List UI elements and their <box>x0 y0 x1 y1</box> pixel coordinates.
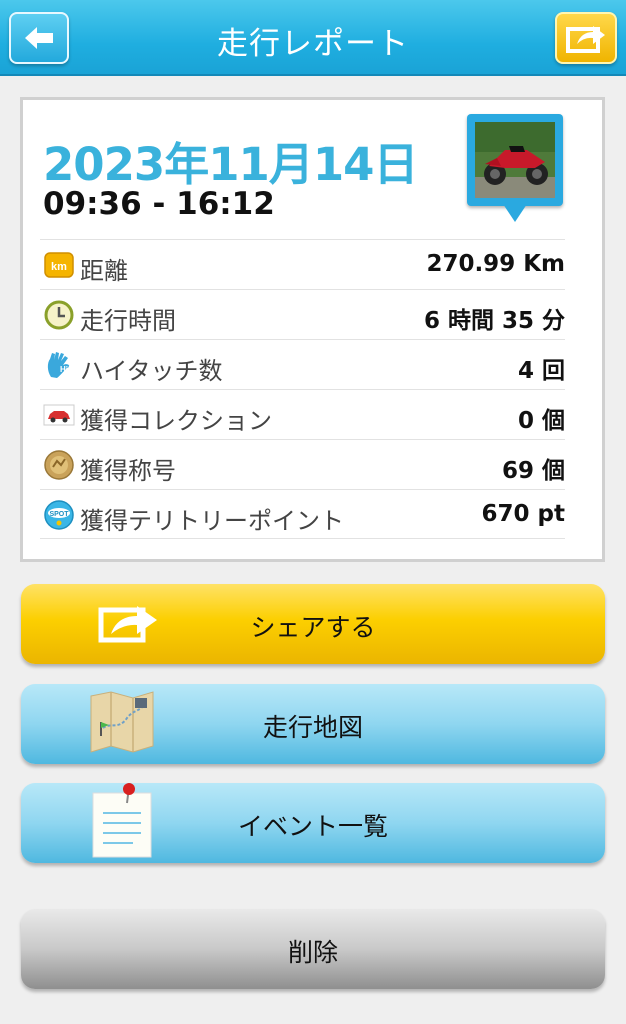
stat-row-territory-points: SPOT 獲得テリトリーポイント 670 pt <box>40 489 565 539</box>
stat-value-ride-time: 6 時間 35 分 <box>423 308 565 334</box>
high-touch-icon: Hi! <box>47 352 71 378</box>
report-time-range: 09:36 - 16:12 <box>43 186 275 222</box>
stat-label-high-touch: ハイタッチ数 <box>80 357 223 385</box>
event-list-button[interactable]: イベント一覧 <box>21 783 605 863</box>
stat-value-distance: 270.99 Km <box>426 251 565 277</box>
ride-map-button-label: 走行地図 <box>262 713 363 742</box>
delete-button[interactable]: 削除 <box>21 909 605 989</box>
stat-row-titles: 獲得称号 69 個 <box>40 439 565 489</box>
stat-label-titles: 獲得称号 <box>80 457 176 485</box>
motorcycle-photo-icon <box>475 122 555 198</box>
stat-value-titles: 69 個 <box>501 458 565 484</box>
photo-frame <box>467 114 563 206</box>
stat-label-ride-time: 走行時間 <box>80 307 176 335</box>
km-icon: km <box>44 252 74 278</box>
delete-button-label: 削除 <box>287 938 338 967</box>
stat-label-distance: 距離 <box>80 257 128 285</box>
stat-value-territory-points: 670 pt <box>481 501 565 527</box>
stat-value-collection: 0 個 <box>517 408 565 434</box>
medal-icon <box>44 450 74 480</box>
stat-row-ride-time: 走行時間 6 時間 35 分 <box>40 289 565 339</box>
share-icon <box>566 26 605 53</box>
svg-text:Hi!: Hi! <box>60 365 71 374</box>
stat-value-high-touch: 4 回 <box>517 358 565 384</box>
svg-text:km: km <box>51 261 67 273</box>
stats-list: km 距離 270.99 Km 走行時間 6 時間 35 分 Hi! ハイタッチ… <box>40 239 565 539</box>
stat-label-collection: 獲得コレクション <box>80 407 272 435</box>
ride-map-button[interactable]: 走行地図 <box>21 684 605 764</box>
stat-row-collection: 獲得コレクション 0 個 <box>40 389 565 439</box>
report-date: 2023年11月14日 <box>43 138 418 191</box>
header-bar: 走行レポート <box>0 0 626 76</box>
share-button[interactable]: シェアする <box>21 584 605 664</box>
report-card: 2023年11月14日 09:36 - 16:12 km 距離 270.99 K… <box>20 97 605 562</box>
stat-row-distance: km 距離 270.99 Km <box>40 239 565 289</box>
page-title: 走行レポート <box>217 26 409 62</box>
share-top-button[interactable] <box>555 12 617 64</box>
svg-text:SPOT: SPOT <box>49 511 69 518</box>
photo-pin-tail <box>503 204 527 222</box>
car-icon <box>43 404 75 426</box>
photo-pin[interactable] <box>467 114 563 232</box>
event-list-button-label: イベント一覧 <box>237 812 388 841</box>
spot-icon: SPOT <box>44 500 74 530</box>
stat-label-territory-points: 獲得テリトリーポイント <box>80 507 344 535</box>
share-button-label: シェアする <box>250 613 376 642</box>
stat-row-high-touch: Hi! ハイタッチ数 4 回 <box>40 339 565 389</box>
clock-icon <box>44 300 74 330</box>
